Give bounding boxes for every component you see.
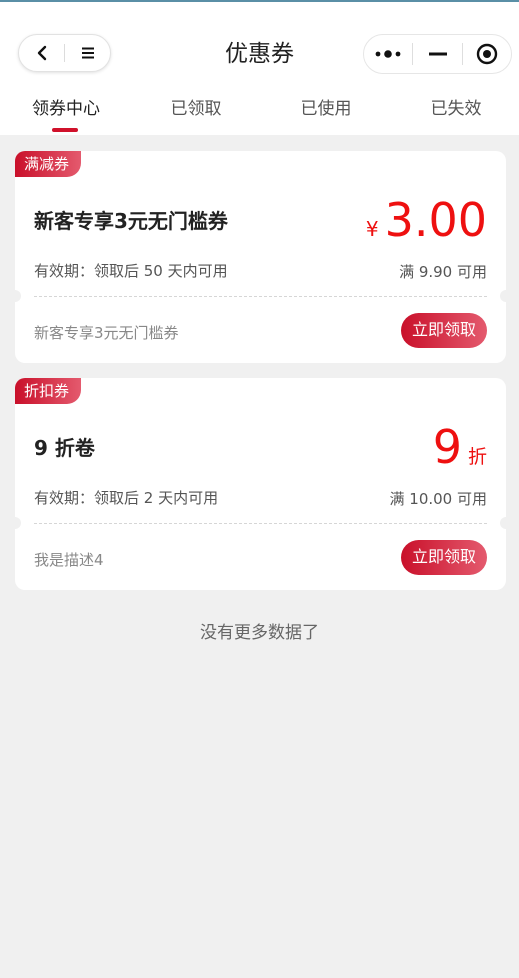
- coupon-type-badge: 满减券: [15, 151, 82, 177]
- back-chevron-icon: [37, 45, 46, 61]
- coupon-description: 新客专享3元无门槛券: [34, 324, 179, 342]
- coupon-amount: ¥ 3.00: [366, 191, 487, 249]
- card-notch: [9, 517, 21, 529]
- coupon-description: 我是描述4: [34, 551, 104, 569]
- tab-label: 已使用: [300, 99, 352, 119]
- minimize-button[interactable]: [413, 35, 461, 73]
- card-notch: [500, 290, 512, 302]
- claim-button[interactable]: 立即领取: [401, 313, 487, 348]
- dashed-divider: [34, 523, 487, 524]
- tab-label: 已失效: [430, 99, 482, 119]
- minimize-icon: [428, 52, 447, 56]
- validity-text: 有效期：领取后 50 天内可用: [34, 262, 228, 280]
- no-more-data-text: 没有更多数据了: [200, 623, 319, 643]
- back-button[interactable]: [19, 35, 64, 71]
- coupon-card: 折扣券 9 折卷 9 折 有效期：领取后 2 天内可用 满 10.00 可用 我…: [9, 378, 512, 590]
- tab-used[interactable]: 已使用: [271, 94, 381, 134]
- claim-button[interactable]: 立即领取: [401, 540, 487, 575]
- coupon-title: 9 折卷: [34, 436, 95, 460]
- card-notch: [9, 290, 21, 302]
- tab-label: 领券中心: [32, 99, 100, 119]
- nav-capsule: [18, 34, 111, 72]
- more-dots-icon: [375, 50, 401, 58]
- coupon-title: 新客专享3元无门槛券: [34, 209, 228, 233]
- dashed-divider: [34, 296, 487, 297]
- condition-text: 满 9.90 可用: [399, 263, 487, 281]
- validity-text: 有效期：领取后 2 天内可用: [34, 489, 219, 507]
- mini-program-capsule: [363, 34, 512, 74]
- menu-button[interactable]: [65, 35, 110, 71]
- condition-text: 满 10.00 可用: [389, 490, 487, 508]
- header-bar: 优惠券 领券中心 已领取 已使用 已失效: [0, 2, 519, 135]
- close-target-icon: [476, 43, 498, 65]
- discount-unit: 折: [467, 446, 487, 468]
- currency-symbol: ¥: [365, 217, 379, 241]
- menu-icon: [81, 47, 94, 59]
- tab-coupon-center[interactable]: 领券中心: [11, 94, 121, 134]
- tab-expired[interactable]: 已失效: [401, 94, 511, 134]
- more-button[interactable]: [364, 35, 412, 73]
- tab-claimed[interactable]: 已领取: [141, 94, 251, 134]
- tab-label: 已领取: [170, 99, 222, 119]
- coupon-card: 满减券 新客专享3元无门槛券 ¥ 3.00 有效期：领取后 50 天内可用 满 …: [9, 151, 512, 363]
- tab-bar: 领券中心 已领取 已使用 已失效: [0, 94, 519, 134]
- coupon-type-badge: 折扣券: [15, 378, 82, 404]
- active-tab-indicator: [52, 128, 78, 132]
- amount-value: 3.00: [384, 193, 487, 247]
- card-notch: [500, 517, 512, 529]
- amount-value: 9: [432, 420, 462, 474]
- coupon-amount: 9 折: [433, 418, 487, 476]
- close-button[interactable]: [463, 35, 511, 73]
